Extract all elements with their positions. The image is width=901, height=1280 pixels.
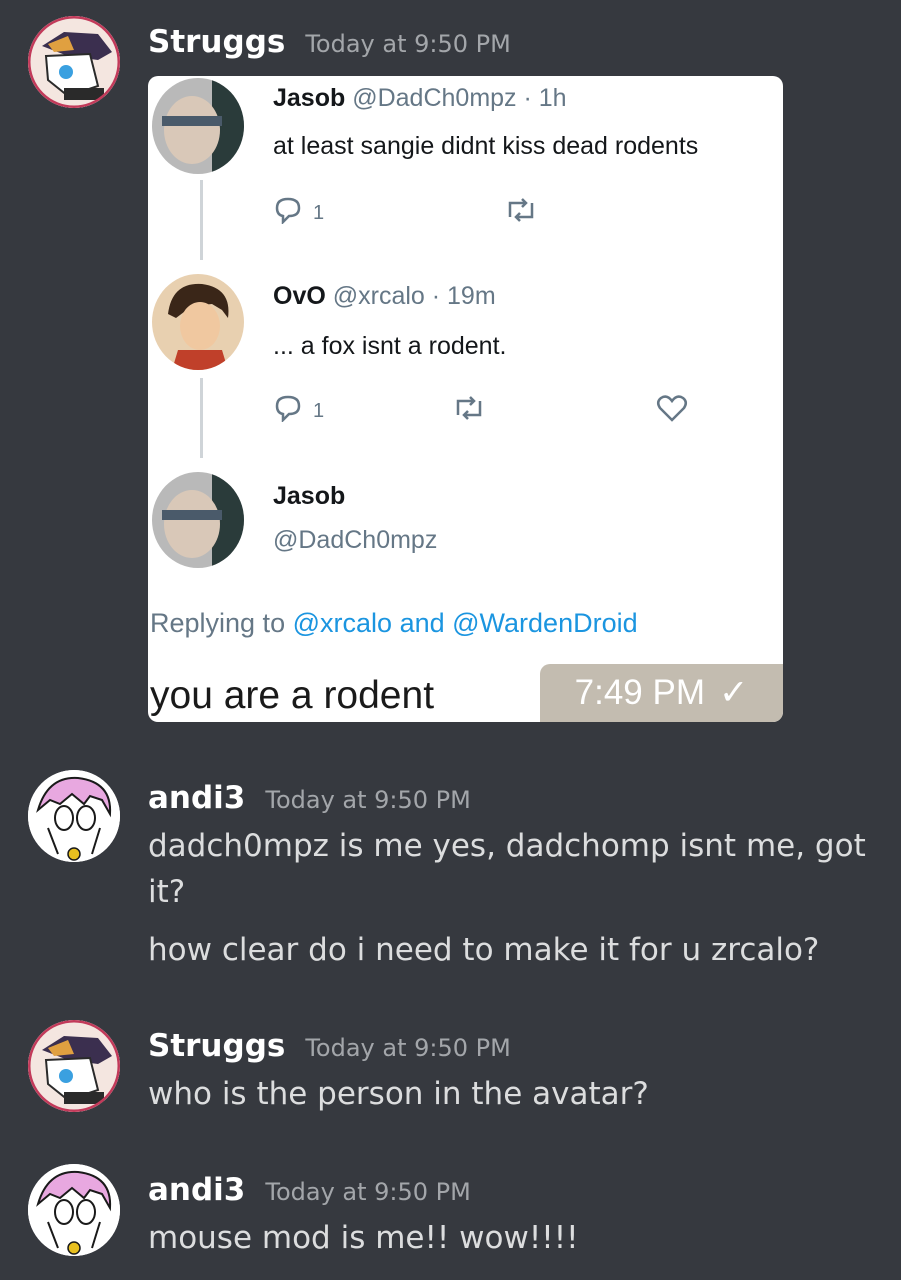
username[interactable]: andi3	[148, 780, 245, 816]
avatar-andi3[interactable]	[28, 1164, 120, 1256]
tweet-author-name: Jasob	[273, 482, 345, 511]
timestamp: Today at 9:50 PM	[305, 1034, 511, 1062]
timestamp: Today at 9:50 PM	[265, 1178, 471, 1206]
message-text: how clear do i need to make it for u zrc…	[148, 932, 820, 968]
replying-user-2: @WardenDroid	[452, 608, 638, 638]
tweet-text: ... a fox isnt a rodent.	[273, 332, 507, 360]
thread-line	[200, 378, 203, 458]
username[interactable]: Struggs	[148, 24, 285, 60]
overlay-text: you are a rodent	[150, 674, 435, 717]
reply-count: 1	[313, 201, 325, 224]
avatar-struggs[interactable]	[28, 16, 120, 108]
retweet-icon	[504, 197, 538, 229]
heart-icon	[656, 394, 688, 428]
message-header: Struggs Today at 9:50 PM	[148, 24, 511, 60]
reply-icon	[273, 394, 303, 428]
timestamp: Today at 9:50 PM	[305, 30, 511, 58]
tweet-actions: 1	[273, 394, 688, 428]
tweet-handle: @DadCh0mpz · 1h	[352, 84, 567, 112]
tweet-actions: 1	[273, 196, 538, 230]
image-attachment[interactable]: Jasob @DadCh0mpz · 1h at least sangie di…	[148, 76, 783, 722]
timestamp: Today at 9:50 PM	[265, 786, 471, 814]
tweet-header: OvO @xrcalo · 19m	[273, 282, 496, 311]
tweet-avatar	[152, 472, 244, 568]
overlay-time: 7:49 PM	[574, 673, 706, 712]
retweet-icon	[452, 395, 486, 427]
message-text: it?	[148, 874, 186, 910]
replying-user-1: @xrcalo	[292, 608, 393, 638]
username[interactable]: Struggs	[148, 1028, 285, 1064]
username[interactable]: andi3	[148, 1172, 245, 1208]
tweet-author: Jasob	[273, 482, 346, 510]
tweet-text: at least sangie didnt kiss dead rodents	[273, 132, 699, 160]
overlay-time-bubble: 7:49 PM ✓	[540, 664, 783, 722]
replying-and: and	[399, 608, 445, 638]
message-text: mouse mod is me!! wow!!!!	[148, 1220, 579, 1256]
message-header: Struggs Today at 9:50 PM	[148, 1028, 511, 1064]
reply-icon	[273, 196, 303, 230]
message-text: who is the person in the avatar?	[148, 1076, 649, 1112]
tweet-avatar	[152, 78, 244, 174]
check-icon: ✓	[719, 673, 749, 712]
tweet-author: Jasob	[273, 84, 346, 112]
tweet-handle-text: @DadCh0mpz	[273, 526, 438, 554]
thread-line	[200, 180, 203, 260]
avatar-struggs[interactable]	[28, 1020, 120, 1112]
message-text: dadch0mpz is me yes, dadchomp isnt me, g…	[148, 828, 866, 864]
tweet-handle: @xrcalo · 19m	[332, 282, 496, 310]
reply-count: 1	[313, 399, 325, 422]
message-header: andi3 Today at 9:50 PM	[148, 780, 471, 816]
tweet-author: OvO	[273, 282, 326, 310]
tweet-header: Jasob @DadCh0mpz · 1h	[273, 84, 567, 113]
replying-to: Replying to @xrcalo and @WardenDroid	[150, 608, 638, 639]
replying-prefix: Replying to	[150, 608, 286, 638]
tweet-handle: @DadCh0mpz	[273, 526, 437, 555]
message-header: andi3 Today at 9:50 PM	[148, 1172, 471, 1208]
avatar-andi3[interactable]	[28, 770, 120, 862]
tweet-avatar	[152, 274, 244, 370]
